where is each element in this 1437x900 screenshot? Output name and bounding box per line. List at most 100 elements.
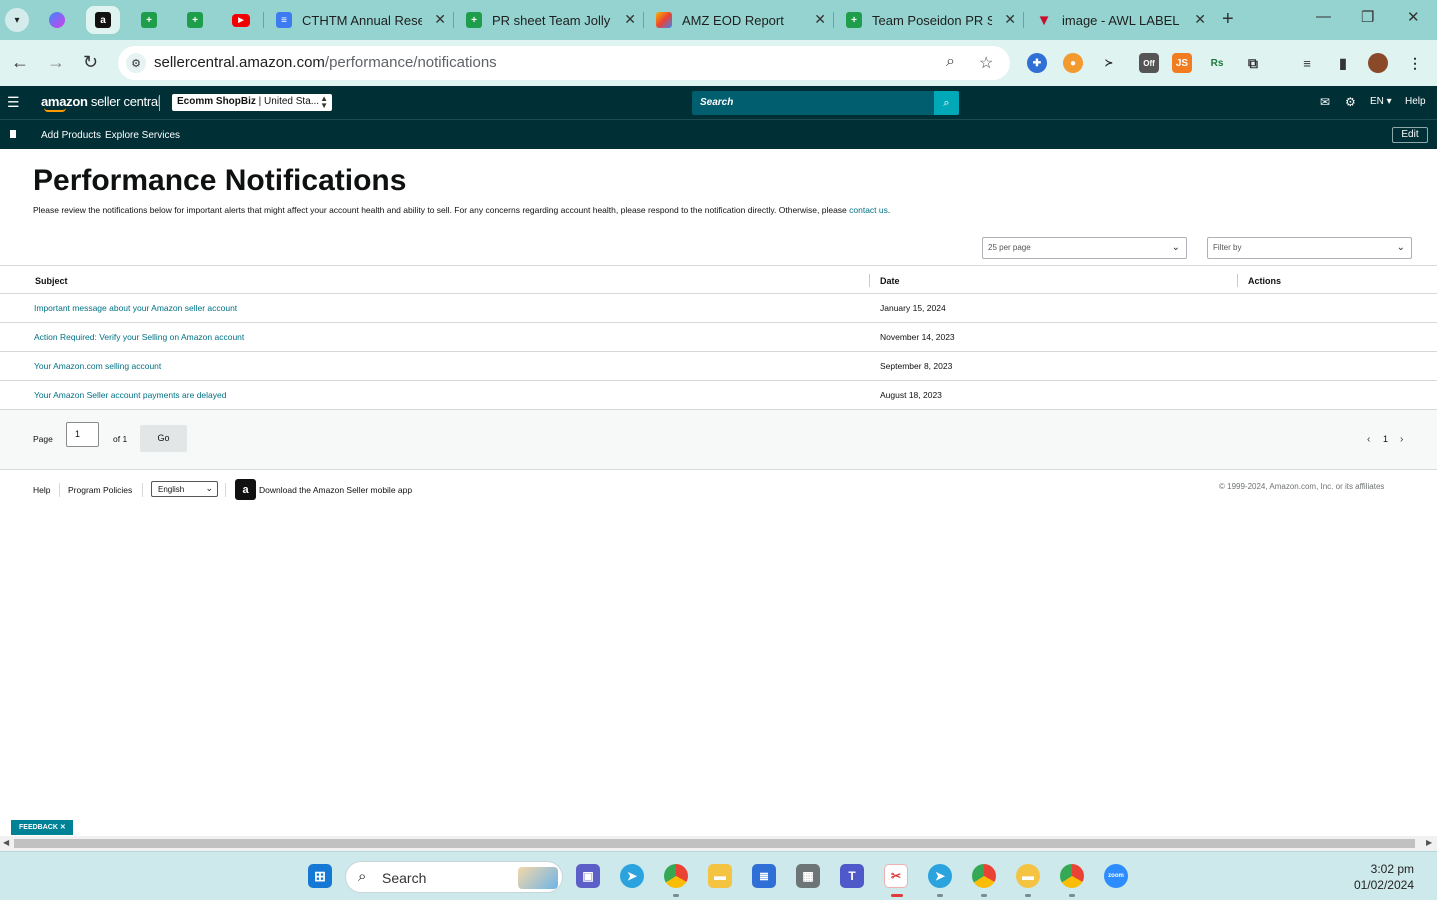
teams-icon[interactable]: T: [840, 864, 864, 888]
close-icon[interactable]: ✕: [434, 11, 446, 28]
close-icon[interactable]: ✕: [1194, 11, 1206, 28]
table-row: Action Required: Verify your Selling on …: [0, 323, 1437, 352]
zoom-app-icon[interactable]: zoom: [1104, 864, 1128, 888]
side-panel-icon[interactable]: ▮: [1333, 53, 1353, 73]
minimize-icon[interactable]: —: [1316, 8, 1331, 25]
taskbar-search[interactable]: ⌕ Search: [345, 861, 563, 893]
zoom-icon[interactable]: ⌕: [946, 53, 955, 71]
filter-select[interactable]: Filter by ⌄: [1207, 237, 1412, 259]
address-bar[interactable]: ⚙ sellercentral.amazon.com/performance/n…: [118, 46, 1010, 80]
close-icon[interactable]: ✕: [1004, 11, 1016, 28]
notification-subject-link[interactable]: Important message about your Amazon sell…: [34, 303, 237, 313]
amazon-app-icon[interactable]: a: [235, 479, 256, 500]
table-header: Subject Date Actions: [0, 265, 1437, 294]
footer-language-select[interactable]: English ⌄: [151, 481, 218, 497]
scroll-left-icon[interactable]: ◀: [3, 838, 9, 847]
sheets-icon: +: [846, 12, 862, 28]
tab-title: PR sheet Team Jolly - S: [492, 12, 612, 28]
back-icon[interactable]: ←: [11, 52, 29, 73]
site-info-icon[interactable]: ⚙: [126, 53, 146, 73]
tab-awl-label[interactable]: ▼ image - AWL LABEL ✕: [1026, 6, 1210, 34]
download-app-link[interactable]: Download the Amazon Seller mobile app: [259, 485, 412, 495]
tab-cthtm[interactable]: ≡ CTHTM Annual Resear ✕: [266, 6, 450, 34]
url-text[interactable]: sellercentral.amazon.com/performance/not…: [154, 54, 497, 71]
seller-central-logo[interactable]: amazon seller central: [41, 94, 161, 109]
extension-icon[interactable]: ✚: [1027, 53, 1047, 73]
scroll-right-icon[interactable]: ▶: [1426, 838, 1432, 847]
extension-icon[interactable]: ●: [1063, 53, 1083, 73]
extension-js-icon[interactable]: JS: [1172, 53, 1192, 73]
extension-off-icon[interactable]: Off: [1139, 53, 1159, 73]
table-row: Your Amazon Seller account payments are …: [0, 381, 1437, 410]
tab-team-poseidon[interactable]: + Team Poseidon PR She ✕: [836, 6, 1020, 34]
hamburger-menu-icon[interactable]: ☰: [7, 94, 20, 111]
close-icon[interactable]: ✕: [624, 11, 636, 28]
notification-subject-link[interactable]: Action Required: Verify your Selling on …: [34, 332, 244, 342]
notification-subject-link[interactable]: Your Amazon Seller account payments are …: [34, 390, 226, 400]
telegram-icon[interactable]: ➤: [928, 864, 952, 888]
pinned-tab-sheets-2[interactable]: +: [178, 6, 212, 34]
notepad-icon[interactable]: ≣: [752, 864, 776, 888]
page-description: Please review the notifications below fo…: [33, 205, 891, 215]
extensions-puzzle-icon[interactable]: ⧉: [1243, 53, 1263, 73]
chat-icon[interactable]: ▣: [576, 864, 600, 888]
language-switcher[interactable]: EN ▾: [1370, 96, 1392, 107]
chevron-left-icon[interactable]: ‹: [1367, 434, 1370, 445]
edit-button[interactable]: Edit: [1392, 127, 1428, 143]
page-label: Page: [33, 434, 53, 444]
search-input[interactable]: Search: [692, 91, 934, 115]
account-switcher[interactable]: Ecomm ShopBiz | United Sta... ▲ ▼: [172, 94, 332, 111]
horizontal-scrollbar[interactable]: ◀ ▶: [0, 836, 1437, 851]
snipping-tool-icon[interactable]: ✂: [884, 864, 908, 888]
windows-start-icon[interactable]: ⊞: [308, 864, 332, 888]
pinned-tab-youtube[interactable]: ▶: [224, 6, 258, 34]
tab-pr-sheet-jolly[interactable]: + PR sheet Team Jolly - S ✕: [456, 6, 640, 34]
chrome-icon[interactable]: [664, 864, 688, 888]
mail-icon[interactable]: ✉: [1320, 95, 1330, 109]
copyright: © 1999-2024, Amazon.com, Inc. or its aff…: [1219, 482, 1385, 491]
extension-rs-icon[interactable]: Rs: [1207, 53, 1227, 73]
page-number-link[interactable]: 1: [1383, 434, 1388, 444]
forward-icon[interactable]: →: [47, 52, 65, 73]
pinned-tab-messenger[interactable]: [40, 6, 74, 34]
scrollbar-thumb[interactable]: [14, 839, 1415, 848]
media-control-icon[interactable]: ≡: [1297, 53, 1317, 73]
explore-services-link[interactable]: Explore Services: [105, 130, 180, 141]
chrome-icon[interactable]: [972, 864, 996, 888]
tab-search-chevron-icon[interactable]: ▾: [5, 8, 29, 32]
restore-icon[interactable]: ❐: [1361, 8, 1374, 26]
bookmark-icon[interactable]: [10, 130, 16, 138]
reload-icon[interactable]: ↻: [83, 52, 98, 73]
notification-subject-link[interactable]: Your Amazon.com selling account: [34, 361, 161, 371]
settings-gear-icon[interactable]: ⚙: [1345, 95, 1356, 109]
app-icon[interactable]: ▬: [1016, 864, 1040, 888]
close-icon[interactable]: ✕: [814, 11, 826, 28]
footer-help-link[interactable]: Help: [33, 485, 50, 495]
pinned-tab-amazon[interactable]: a: [86, 6, 120, 34]
tab-title: image - AWL LABEL: [1062, 12, 1180, 28]
search-icon[interactable]: ⌕: [934, 91, 959, 115]
pinned-tab-sheets-1[interactable]: +: [132, 6, 166, 34]
page-number-input[interactable]: 1: [66, 422, 99, 447]
window-close-icon[interactable]: ✕: [1407, 8, 1420, 26]
bookmark-star-icon[interactable]: ☆: [979, 53, 993, 73]
add-products-link[interactable]: Add Products: [41, 130, 101, 141]
extension-icon[interactable]: ≻: [1099, 53, 1119, 73]
go-button[interactable]: Go: [140, 425, 187, 452]
system-clock[interactable]: 3:02 pm 01/02/2024: [1354, 861, 1414, 893]
chrome-icon[interactable]: [1060, 864, 1084, 888]
telegram-icon[interactable]: ➤: [620, 864, 644, 888]
file-explorer-icon[interactable]: ▬: [708, 864, 732, 888]
new-tab-icon[interactable]: +: [1222, 8, 1234, 31]
help-link[interactable]: Help: [1405, 96, 1426, 107]
program-policies-link[interactable]: Program Policies: [68, 485, 132, 495]
per-page-select[interactable]: 25 per page ⌄: [982, 237, 1187, 259]
browser-menu-icon[interactable]: ⋮: [1405, 53, 1425, 73]
feedback-button[interactable]: FEEDBACK ✕: [11, 820, 73, 835]
profile-avatar[interactable]: [1368, 53, 1388, 73]
contact-us-link[interactable]: contact us: [849, 205, 888, 215]
chevron-right-icon[interactable]: ›: [1400, 434, 1403, 445]
tab-title: AMZ EOD Report: [682, 12, 784, 28]
tab-amz-eod[interactable]: AMZ EOD Report ✕: [646, 6, 830, 34]
calculator-icon[interactable]: ▦: [796, 864, 820, 888]
